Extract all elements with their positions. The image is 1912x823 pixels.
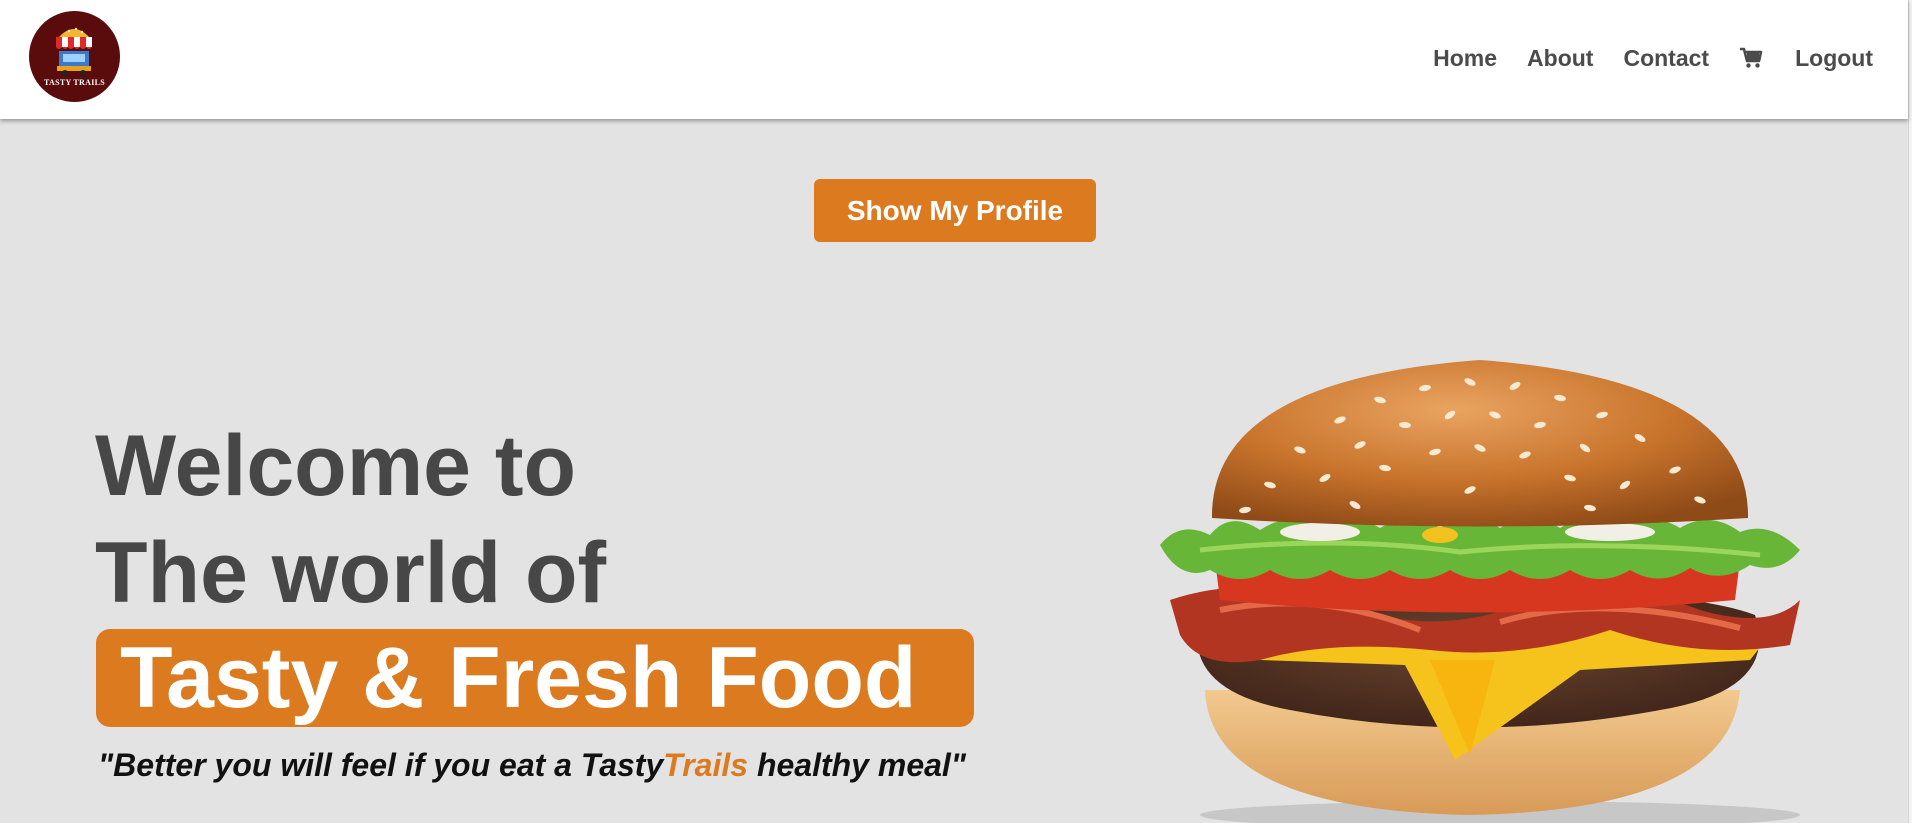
- tagline-prefix: "Better you will feel if you eat a Tasty: [98, 747, 664, 783]
- tagline-accent: Trails: [663, 747, 749, 783]
- navbar: TASTY TRAILS Home About Contact Logout: [0, 0, 1908, 119]
- main-nav: Home About Contact Logout: [1403, 43, 1873, 73]
- brand-name: TASTY TRAILS: [43, 78, 106, 87]
- hero-heading-line2: The world of: [95, 525, 607, 621]
- nav-contact-link[interactable]: Contact: [1623, 43, 1709, 73]
- nav-logout-link[interactable]: Logout: [1795, 43, 1873, 73]
- tagline-suffix: healthy meal": [748, 747, 966, 783]
- nav-home-link[interactable]: Home: [1433, 43, 1497, 73]
- brand-logo[interactable]: TASTY TRAILS: [29, 11, 120, 102]
- nav-about-link[interactable]: About: [1527, 43, 1593, 73]
- page-scrollbar[interactable]: [1908, 0, 1912, 823]
- food-stall-icon: [56, 27, 92, 76]
- shopping-cart-icon[interactable]: [1739, 45, 1765, 71]
- burger-image: [1160, 360, 1800, 823]
- show-profile-button[interactable]: Show My Profile: [814, 179, 1096, 242]
- hero-tagline: "Better you will feel if you eat a Tasty…: [98, 747, 966, 784]
- hero-heading-line1: Welcome to: [95, 418, 577, 514]
- hero-highlight-banner: Tasty & Fresh Food: [96, 629, 974, 727]
